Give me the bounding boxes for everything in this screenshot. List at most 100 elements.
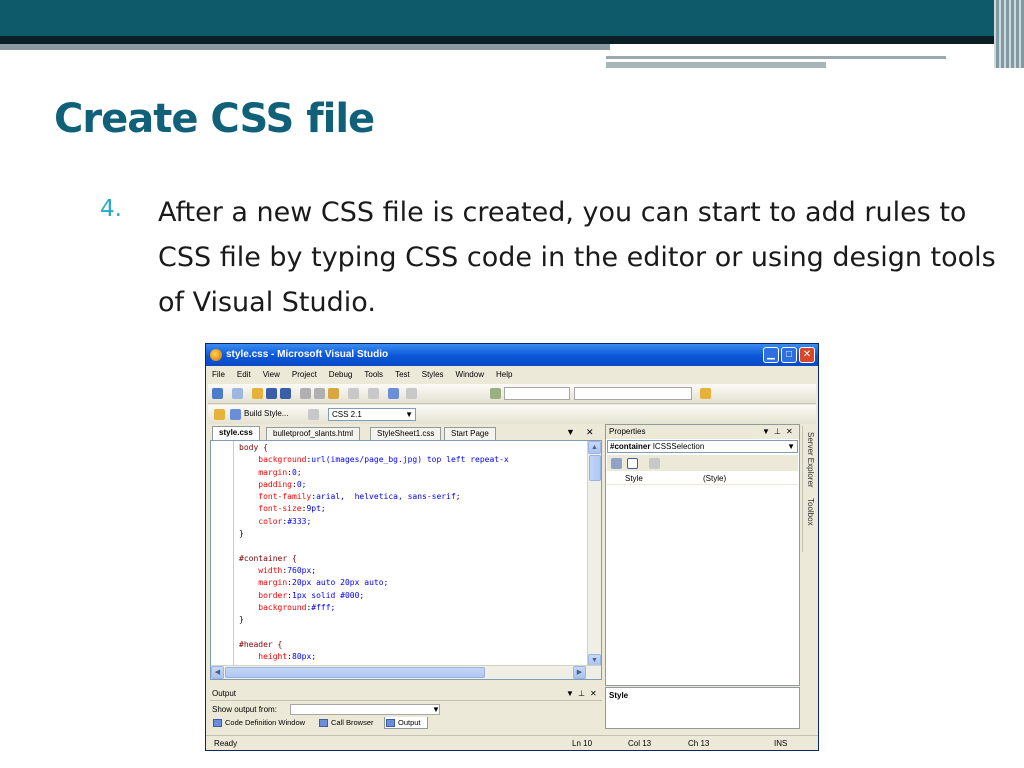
- code-text[interactable]: body { background:url(images/page_bg.jpg…: [239, 442, 509, 663]
- properties-title: Properties: [609, 427, 646, 436]
- open-file-icon[interactable]: [252, 388, 263, 399]
- horizontal-scrollbar[interactable]: ◀ ▶: [211, 665, 601, 679]
- menu-edit[interactable]: Edit: [231, 366, 257, 383]
- dropdown-arrow-icon: ▼: [432, 705, 440, 714]
- tab-list-arrow-icon[interactable]: ▼: [566, 427, 575, 437]
- object-selector[interactable]: #container ICSSSelection ▼: [607, 440, 798, 453]
- menu-test[interactable]: Test: [389, 366, 416, 383]
- code-line[interactable]: body {: [239, 442, 509, 454]
- style-sheet-icon[interactable]: [308, 409, 319, 420]
- build-style-button[interactable]: Build Style...: [244, 409, 288, 418]
- code-line[interactable]: [239, 626, 509, 638]
- code-line[interactable]: padding:0;: [239, 479, 509, 491]
- find-combo[interactable]: [574, 387, 692, 400]
- vertical-scroll-thumb[interactable]: [589, 455, 601, 481]
- paste-icon[interactable]: [328, 388, 339, 399]
- style-icon[interactable]: [214, 409, 225, 420]
- close-panel-icon[interactable]: ✕: [786, 425, 793, 439]
- minimize-button[interactable]: ▁: [763, 347, 779, 363]
- tab-label: Output: [398, 718, 421, 727]
- pin-icon[interactable]: ⊥: [774, 425, 781, 439]
- code-line[interactable]: background:url(images/page_bg.jpg) top l…: [239, 454, 508, 466]
- css-version-select[interactable]: CSS 2.1 ▼: [328, 408, 416, 421]
- tab-bulletproof-slants[interactable]: bulletproof_slants.html: [266, 427, 361, 440]
- decor-bar: [0, 44, 610, 50]
- properties-header: Properties ▼ ⊥ ✕: [606, 425, 799, 439]
- server-explorer-tab[interactable]: Server Explorer: [806, 432, 815, 488]
- code-line[interactable]: color:#333;: [239, 516, 509, 528]
- code-line[interactable]: margin:0;: [239, 467, 509, 479]
- maximize-button[interactable]: □: [781, 347, 797, 363]
- build-style-icon: [230, 409, 241, 420]
- status-ready: Ready: [214, 739, 238, 748]
- tab-code-definition[interactable]: Code Definition Window: [212, 717, 314, 729]
- add-item-icon[interactable]: [232, 388, 243, 399]
- menu-help[interactable]: Help: [490, 366, 518, 383]
- redo-icon[interactable]: [368, 388, 379, 399]
- menu-bar: File Edit View Project Debug Tools Test Styles W…: [206, 366, 818, 383]
- navigate-icon[interactable]: [388, 388, 399, 399]
- show-output-label: Show output from:: [212, 705, 277, 714]
- selected-object: #container: [610, 442, 651, 451]
- code-line[interactable]: height:80px;: [239, 651, 509, 663]
- code-definition-icon: [213, 719, 222, 727]
- code-editor[interactable]: body { background:url(images/page_bg.jpg…: [210, 440, 602, 680]
- code-line[interactable]: border:1px solid #000;: [239, 590, 509, 602]
- solution-config-combo[interactable]: [504, 387, 570, 400]
- window-titlebar[interactable]: style.css - Microsoft Visual Studio: [206, 344, 818, 366]
- vertical-scrollbar[interactable]: ▲ ▼: [587, 441, 601, 667]
- save-all-icon[interactable]: [280, 388, 291, 399]
- new-project-icon[interactable]: [212, 388, 223, 399]
- output-source-select[interactable]: [290, 704, 440, 715]
- menu-debug[interactable]: Debug: [323, 366, 359, 383]
- tab-start-page[interactable]: Start Page: [444, 427, 496, 440]
- menu-file[interactable]: File: [206, 366, 231, 383]
- pin-icon[interactable]: ⊥: [578, 687, 585, 701]
- menu-window[interactable]: Window: [450, 366, 490, 383]
- code-line[interactable]: background:#fff;: [239, 602, 509, 614]
- horizontal-scroll-thumb[interactable]: [225, 667, 485, 678]
- copy-icon[interactable]: [314, 388, 325, 399]
- code-line[interactable]: }: [239, 528, 509, 540]
- scroll-left-icon[interactable]: ◀: [211, 666, 224, 679]
- code-line[interactable]: [239, 540, 509, 552]
- categorized-icon[interactable]: [611, 458, 622, 469]
- close-panel-icon[interactable]: ✕: [590, 687, 597, 701]
- property-row[interactable]: Style (Style): [607, 473, 798, 485]
- tab-style-css[interactable]: style.css: [212, 426, 260, 440]
- code-line[interactable]: #header {: [239, 639, 509, 651]
- save-icon[interactable]: [266, 388, 277, 399]
- code-line[interactable]: }: [239, 614, 509, 626]
- properties-toolbar: [607, 455, 798, 471]
- output-title: Output: [212, 689, 237, 698]
- code-line[interactable]: width:760px;: [239, 565, 509, 577]
- change-indicator: [233, 441, 234, 667]
- navigate-forward-icon[interactable]: [406, 388, 417, 399]
- close-button[interactable]: ✕: [799, 347, 815, 363]
- panel-menu-icon[interactable]: ▼: [566, 687, 574, 701]
- menu-styles[interactable]: Styles: [416, 366, 450, 383]
- property-pages-icon[interactable]: [649, 458, 660, 469]
- menu-tools[interactable]: Tools: [358, 366, 389, 383]
- scroll-up-icon[interactable]: ▲: [588, 441, 601, 454]
- output-icon: [386, 719, 395, 727]
- scroll-right-icon[interactable]: ▶: [573, 666, 586, 679]
- alphabetical-icon[interactable]: [627, 458, 638, 469]
- tab-label: Call Browser: [331, 718, 374, 727]
- code-line[interactable]: font-family:arial, helvetica, sans-serif…: [239, 491, 509, 503]
- tab-output[interactable]: Output: [384, 717, 428, 729]
- start-debugging-icon[interactable]: [490, 388, 501, 399]
- menu-project[interactable]: Project: [286, 366, 323, 383]
- close-tab-icon[interactable]: ✕: [586, 427, 594, 438]
- undo-icon[interactable]: [348, 388, 359, 399]
- code-line[interactable]: font-size:9pt;: [239, 503, 509, 515]
- toolbox-tab[interactable]: Toolbox: [806, 498, 815, 526]
- tab-stylesheet1[interactable]: StyleSheet1.css: [370, 427, 442, 440]
- code-line[interactable]: margin:20px auto 20px auto;: [239, 577, 509, 589]
- menu-view[interactable]: View: [257, 366, 286, 383]
- find-in-files-icon[interactable]: [700, 388, 711, 399]
- panel-menu-icon[interactable]: ▼: [762, 425, 770, 439]
- code-line[interactable]: #container {: [239, 553, 509, 565]
- tab-call-browser[interactable]: Call Browser: [318, 717, 382, 729]
- cut-icon[interactable]: [300, 388, 311, 399]
